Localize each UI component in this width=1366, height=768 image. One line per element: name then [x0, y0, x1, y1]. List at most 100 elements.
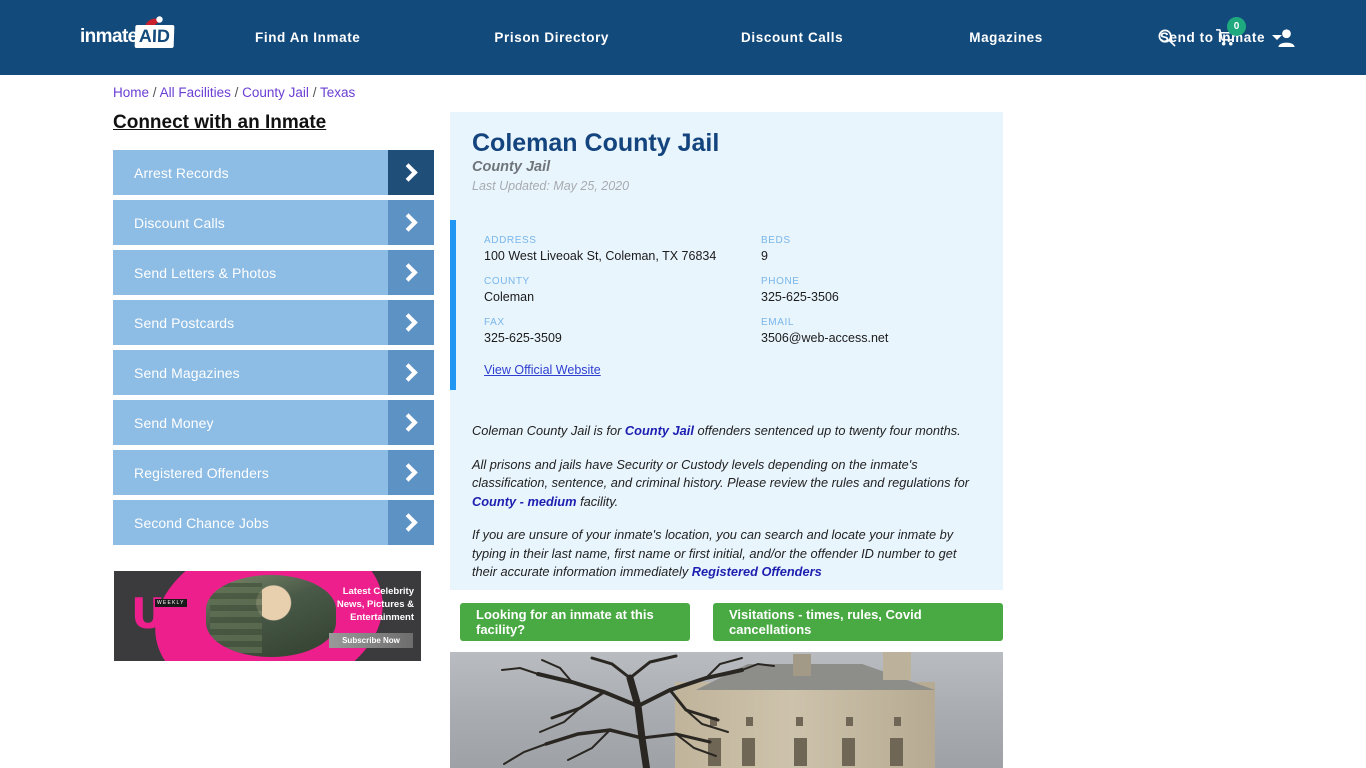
breadcrumb: Home / All Facilities / County Jail / Te… [113, 85, 355, 100]
breadcrumb-item-county-jail[interactable]: County Jail [242, 85, 309, 100]
sidebar-title[interactable]: Connect with an Inmate [113, 112, 434, 134]
detail-label: ADDRESS [484, 235, 537, 246]
detail-label: PHONE [761, 276, 800, 287]
site-logo[interactable]: inmateAID [80, 16, 190, 52]
user-account-icon [1278, 28, 1295, 47]
sidebar-item-label: Registered Offenders [134, 464, 269, 481]
logo-wordmark: inmate [80, 26, 138, 47]
looking-for-inmate-button[interactable]: Looking for an inmate at this facility? [460, 603, 690, 641]
nav-label: Prison Directory [494, 30, 610, 45]
chevron-right-icon [388, 500, 434, 545]
detail-value: 325-625-3509 [484, 331, 562, 345]
description-paragraph-3: If you are unsure of your inmate's locat… [472, 526, 980, 582]
link-county-medium[interactable]: County - medium [472, 494, 577, 509]
detail-value: 325-625-3506 [761, 290, 839, 304]
cart-count-badge: 0 [1227, 17, 1246, 36]
chevron-right-icon [388, 150, 434, 195]
last-updated-text: Last Updated: May 25, 2020 [472, 179, 630, 193]
cart-button[interactable]: 0 [1216, 17, 1246, 47]
view-official-website-link[interactable]: View Official Website [484, 363, 601, 377]
nav-label: Discount Calls [741, 30, 844, 45]
top-navigation-bar: inmateAID Find An Inmate Prison Director… [0, 0, 1366, 75]
sidebar-item-label: Send Magazines [134, 364, 240, 381]
advertisement-banner[interactable]: Us WEEKLY Latest Celebrity News, Picture… [114, 571, 421, 661]
description-paragraph-2: All prisons and jails have Security or C… [472, 456, 980, 512]
visitations-button[interactable]: Visitations - times, rules, Covid cancel… [713, 603, 1003, 641]
building-upper-window [846, 717, 853, 726]
building-window [794, 738, 807, 766]
detail-value: 9 [761, 249, 768, 263]
sidebar-item-registered-offenders[interactable]: Registered Offenders [113, 450, 434, 495]
search-icon [1158, 29, 1176, 47]
chevron-right-icon [388, 450, 434, 495]
sidebar: Connect with an Inmate Arrest Records Di… [113, 112, 434, 550]
detail-address: ADDRESS 100 West Liveoak St, Coleman, TX… [484, 235, 754, 263]
facility-details-block: ADDRESS 100 West Liveoak St, Coleman, TX… [450, 220, 1003, 390]
sidebar-item-send-postcards[interactable]: Send Postcards [113, 300, 434, 345]
nav-item-find-an-inmate[interactable]: Find An Inmate [255, 30, 360, 45]
ad-subscribe-button[interactable]: Subscribe Now [329, 633, 413, 648]
sidebar-item-label: Discount Calls [134, 214, 225, 231]
desc-p2-text-b: facility. [576, 493, 619, 509]
detail-email: EMAIL 3506@web-access.net [761, 317, 1031, 345]
detail-beds: BEDS 9 [761, 235, 1031, 263]
detail-value: Coleman [484, 290, 535, 304]
facility-description: Coleman County Jail is for County Jail o… [472, 422, 980, 597]
bare-tree [501, 654, 775, 768]
facility-type: County Jail [472, 159, 551, 175]
nav-item-discount-calls[interactable]: Discount Calls [741, 30, 843, 45]
breadcrumb-separator: / [312, 85, 317, 100]
desc-p1-text-b: offenders sentenced up to twenty four mo… [693, 423, 961, 438]
chevron-right-icon [388, 300, 434, 345]
detail-label: FAX [484, 317, 505, 328]
ad-copy-text: Latest Celebrity News, Pictures & Entert… [336, 586, 414, 623]
sidebar-item-label: Second Chance Jobs [134, 514, 269, 531]
breadcrumb-item-texas[interactable]: Texas [320, 85, 355, 100]
breadcrumb-item-all-facilities[interactable]: All Facilities [160, 85, 231, 100]
detail-label: EMAIL [761, 317, 795, 328]
page-title: Coleman County Jail [472, 129, 720, 157]
primary-nav-links: Find An Inmate Prison Directory Discount… [255, 0, 1283, 75]
nav-icon-group: 0 [1157, 0, 1296, 75]
detail-county: COUNTY Coleman [484, 276, 754, 304]
chimney-small [793, 654, 811, 676]
detail-phone: PHONE 325-625-3506 [761, 276, 1031, 304]
logo-aid-badge: AID [134, 25, 175, 48]
link-registered-offenders[interactable]: Registered Offenders [692, 564, 822, 579]
nav-item-magazines[interactable]: Magazines [969, 30, 1043, 45]
building-window [842, 738, 855, 766]
facility-photo [450, 652, 1003, 768]
sidebar-item-label: Arrest Records [134, 164, 229, 181]
breadcrumb-separator: / [234, 85, 239, 100]
sidebar-item-send-magazines[interactable]: Send Magazines [113, 350, 434, 395]
building-upper-window [796, 717, 803, 726]
nav-item-prison-directory[interactable]: Prison Directory [494, 30, 609, 45]
detail-label: BEDS [761, 235, 791, 246]
facility-info-card: Coleman County Jail County Jail Last Upd… [450, 112, 1003, 590]
sidebar-item-send-letters-photos[interactable]: Send Letters & Photos [113, 250, 434, 295]
chimney-large [883, 652, 911, 680]
desc-p2-text-a: All prisons and jails have Security or C… [472, 456, 969, 491]
sidebar-item-arrest-records[interactable]: Arrest Records [113, 150, 434, 195]
detail-value: 100 West Liveoak St, Coleman, TX 76834 [484, 249, 717, 263]
nav-label: Find An Inmate [255, 30, 361, 45]
chevron-right-icon [388, 200, 434, 245]
building-upper-window [894, 717, 901, 726]
sidebar-item-send-money[interactable]: Send Money [113, 400, 434, 445]
chevron-right-icon [388, 400, 434, 445]
description-paragraph-1: Coleman County Jail is for County Jail o… [472, 422, 980, 441]
breadcrumb-item-home[interactable]: Home [113, 85, 149, 100]
desc-p1-text-a: Coleman County Jail is for [472, 423, 625, 438]
sidebar-item-discount-calls[interactable]: Discount Calls [113, 200, 434, 245]
building-window [890, 738, 903, 766]
sidebar-item-label: Send Postcards [134, 314, 235, 331]
account-button[interactable] [1277, 28, 1296, 48]
detail-label: COUNTY [484, 276, 530, 287]
nav-label: Magazines [969, 30, 1043, 45]
ad-brand-sub: WEEKLY [155, 599, 187, 607]
sidebar-item-second-chance-jobs[interactable]: Second Chance Jobs [113, 500, 434, 545]
search-button[interactable] [1157, 28, 1176, 47]
sidebar-item-label: Send Money [134, 414, 214, 431]
sidebar-item-label: Send Letters & Photos [134, 264, 277, 281]
link-county-jail[interactable]: County Jail [625, 423, 694, 438]
